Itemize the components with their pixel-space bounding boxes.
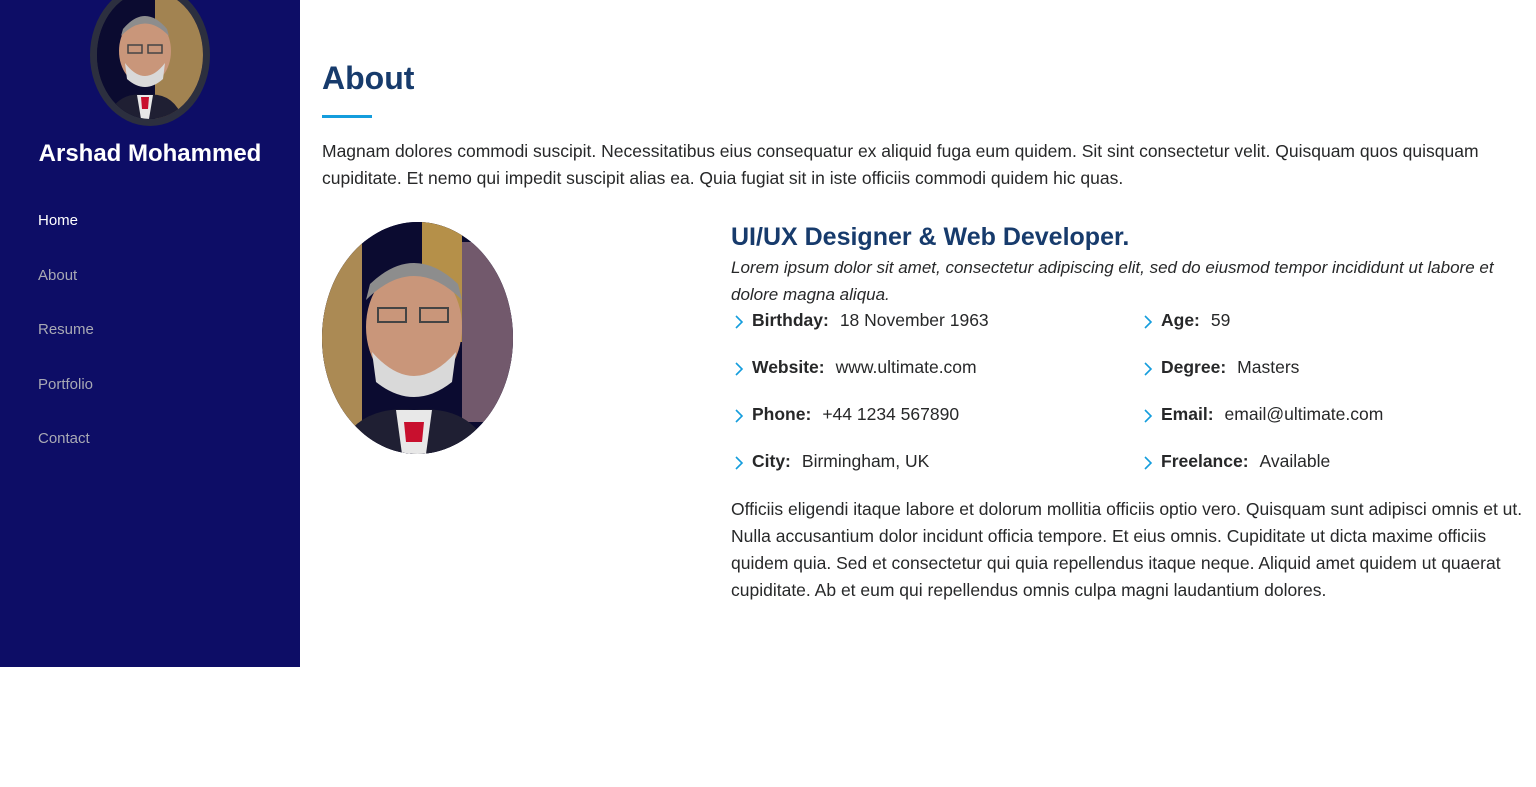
fact-value: 18 November 1963 bbox=[839, 310, 989, 330]
fact-label: Website: bbox=[752, 357, 825, 377]
chevron-right-icon bbox=[1144, 315, 1153, 329]
role-tagline: Lorem ipsum dolor sit amet, consectetur … bbox=[731, 258, 1494, 304]
title-underline bbox=[322, 115, 372, 118]
about-intro: Magnam dolores commodi suscipit. Necessi… bbox=[322, 141, 1479, 188]
fact-website: Website: www.ultimate.com bbox=[731, 355, 1140, 402]
fact-phone: Phone: +44 1234 567890 bbox=[731, 402, 1140, 449]
fact-value: Masters bbox=[1237, 357, 1300, 377]
fact-value: email@ultimate.com bbox=[1224, 404, 1384, 424]
fact-value: 59 bbox=[1210, 310, 1231, 330]
about-outro: Officiis eligendi itaque labore et dolor… bbox=[731, 499, 1523, 600]
section-title: About bbox=[322, 60, 415, 96]
fact-age: Age: 59 bbox=[1140, 308, 1523, 355]
nav-item-portfolio[interactable]: Portfolio bbox=[38, 376, 94, 431]
fact-label: Phone: bbox=[752, 404, 812, 424]
nav-item-about[interactable]: About bbox=[38, 267, 94, 322]
profile-name: Arshad Mohammed bbox=[38, 140, 262, 167]
fact-label: City: bbox=[752, 451, 791, 471]
fact-birthday: Birthday: 18 November 1963 bbox=[731, 308, 1140, 355]
chevron-right-icon bbox=[735, 315, 744, 329]
chevron-right-icon bbox=[1144, 362, 1153, 376]
fact-label: Freelance: bbox=[1161, 451, 1249, 471]
role-heading: UI/UX Designer & Web Developer. bbox=[731, 223, 1130, 251]
chevron-right-icon bbox=[1144, 456, 1153, 470]
nav-item-resume[interactable]: Resume bbox=[38, 321, 94, 376]
chevron-right-icon bbox=[1144, 409, 1153, 423]
fact-city: City: Birmingham, UK bbox=[731, 449, 1140, 496]
fact-value: Available bbox=[1259, 451, 1331, 471]
fact-label: Email: bbox=[1161, 404, 1214, 424]
portrait-image bbox=[322, 222, 513, 454]
fact-value: www.ultimate.com bbox=[835, 357, 977, 377]
fact-freelance: Freelance: Available bbox=[1140, 449, 1523, 496]
profile-photo bbox=[322, 222, 513, 454]
nav-item-home[interactable]: Home bbox=[38, 212, 94, 267]
fact-label: Age: bbox=[1161, 310, 1200, 330]
chevron-right-icon bbox=[735, 409, 744, 423]
chevron-right-icon bbox=[735, 362, 744, 376]
facts-list: Birthday: 18 November 1963 Age: 59 Websi… bbox=[731, 308, 1523, 496]
avatar-photo bbox=[97, 0, 203, 119]
about-section: About Magnam dolores commodi suscipit. N… bbox=[322, 0, 1522, 787]
about-content: UI/UX Designer & Web Developer. Lorem ip… bbox=[731, 222, 1523, 604]
fact-label: Birthday: bbox=[752, 310, 829, 330]
profile-avatar[interactable] bbox=[90, 0, 210, 126]
sidebar: Arshad Mohammed Home About Resume Portfo… bbox=[0, 0, 300, 667]
fact-value: +44 1234 567890 bbox=[822, 404, 960, 424]
chevron-right-icon bbox=[735, 456, 744, 470]
fact-email: Email: email@ultimate.com bbox=[1140, 402, 1523, 449]
fact-degree: Degree: Masters bbox=[1140, 355, 1523, 402]
fact-label: Degree: bbox=[1161, 357, 1227, 377]
fact-value: Birmingham, UK bbox=[801, 451, 930, 471]
nav-menu: Home About Resume Portfolio Contact bbox=[38, 212, 94, 485]
nav-item-contact[interactable]: Contact bbox=[38, 430, 94, 485]
